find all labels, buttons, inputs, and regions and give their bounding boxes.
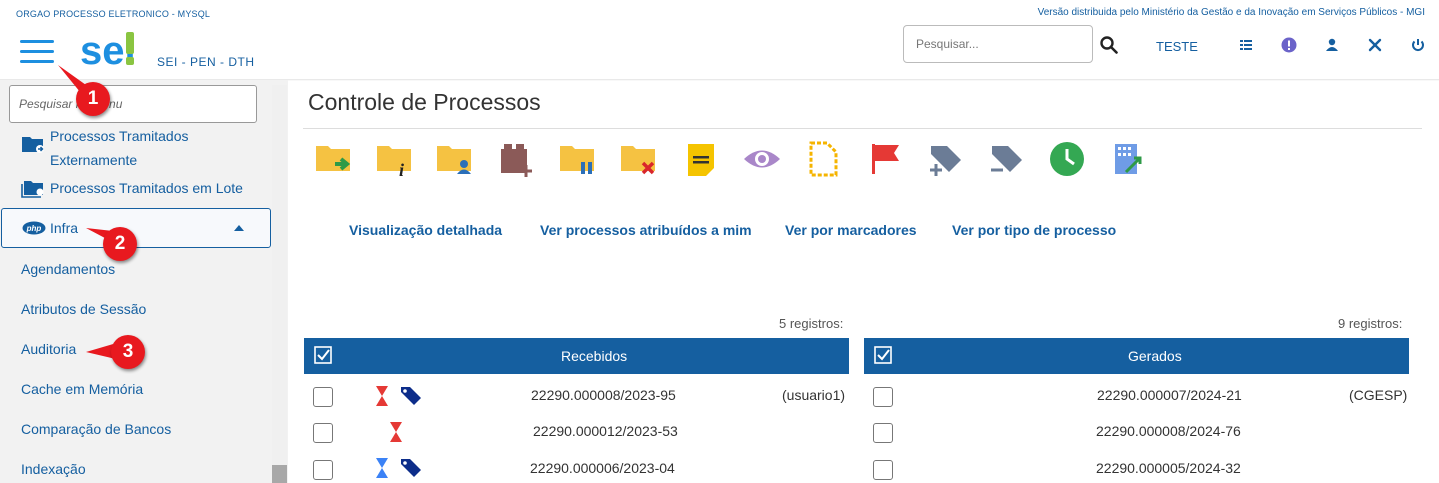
view-icon[interactable] (743, 140, 781, 178)
recebidos-count: 5 registros: (779, 316, 844, 331)
tag-icon[interactable] (400, 456, 422, 478)
sidebar: Processos Tramitados Externamente Proces… (0, 80, 288, 483)
stats-icon[interactable] (1110, 140, 1148, 178)
svg-text:php: php (26, 224, 42, 233)
search-input[interactable] (903, 25, 1093, 63)
hourglass-blue-icon (376, 458, 388, 478)
alert-icon[interactable] (1281, 37, 1297, 53)
flag-icon[interactable] (866, 140, 904, 178)
hamburger-menu-icon[interactable] (20, 38, 54, 66)
link-marcadores[interactable]: Ver por marcadores (785, 222, 917, 238)
process-info-icon[interactable]: i (376, 140, 414, 178)
php-icon: php (22, 221, 46, 235)
row-checkbox[interactable] (313, 460, 333, 480)
sidebar-item-cache-memoria[interactable]: Cache em Memória (21, 381, 143, 397)
link-visualizacao-detalhada[interactable]: Visualização detalhada (349, 222, 502, 238)
process-user[interactable]: (usuario1) (782, 387, 845, 403)
clock-icon[interactable] (1048, 140, 1086, 178)
send-process-icon[interactable] (315, 140, 353, 178)
tag-icon[interactable] (400, 384, 422, 406)
sidebar-item-indexacao[interactable]: Indexação (21, 461, 86, 477)
callout-badge: 1 (76, 82, 110, 116)
row-checkbox[interactable] (873, 387, 893, 407)
select-all-checkbox-icon[interactable] (314, 346, 332, 364)
sidebar-item-processos-tramitados-lote[interactable]: Processos Tramitados em Lote (50, 180, 243, 196)
sidebar-item-processos-tramitados-externamente[interactable]: Processos Tramitados Externamente (50, 124, 189, 172)
process-number[interactable]: 22290.000008/2023-95 (531, 387, 676, 403)
unit-selector[interactable]: TESTE (1156, 39, 1198, 54)
folder-send-icon (22, 137, 44, 153)
sidebar-item-agendamentos[interactable]: Agendamentos (21, 261, 115, 277)
search-icon[interactable] (1100, 36, 1118, 54)
sidebar-scrollbar[interactable] (272, 85, 287, 483)
grid-list-icon[interactable] (1238, 37, 1254, 53)
process-number[interactable]: 22290.000012/2023-53 (533, 423, 678, 439)
sidebar-scroll-thumb[interactable] (272, 465, 287, 483)
top-strip: ORGAO PROCESSO ELETRONICO - MYSQL Versão… (0, 0, 1439, 24)
folder-stack-icon (21, 181, 44, 198)
gerados-table-header: Gerados (864, 338, 1409, 374)
recebidos-title: Recebidos (561, 348, 628, 364)
process-number[interactable]: 22290.000007/2024-21 (1097, 387, 1242, 403)
system-subtitle: SEI - PEN - DTH (157, 55, 255, 69)
gerados-title: Gerados (1128, 348, 1182, 364)
hourglass-red-icon (376, 386, 388, 406)
sidebar-item-label: Infra (50, 220, 79, 236)
remove-tag-icon[interactable] (988, 140, 1026, 178)
svg-text:i: i (399, 160, 404, 178)
row-checkbox[interactable] (873, 460, 893, 480)
sidebar-item-label: Externamente (50, 152, 138, 168)
versao-label: Versão distribuida pelo Ministério da Ge… (1037, 7, 1425, 18)
callout-badge: 2 (103, 227, 137, 261)
row-checkbox[interactable] (873, 423, 893, 443)
power-icon[interactable] (1410, 37, 1426, 53)
link-processos-atribuidos[interactable]: Ver processos atribuídos a mim (540, 222, 752, 238)
assign-user-icon[interactable] (436, 140, 474, 178)
gerados-count: 9 registros: (1338, 316, 1403, 331)
user-icon[interactable] (1324, 37, 1340, 53)
row-checkbox[interactable] (313, 387, 333, 407)
row-checkbox[interactable] (313, 423, 333, 443)
process-number[interactable]: 22290.000006/2023-04 (530, 460, 675, 476)
sidebar-item-label: Processos Tramitados (50, 128, 189, 144)
page-title: Controle de Processos (308, 89, 541, 115)
link-tipo-processo[interactable]: Ver por tipo de processo (952, 222, 1116, 238)
sidebar-item-auditoria[interactable]: Auditoria (21, 341, 76, 357)
add-block-icon[interactable] (498, 140, 536, 178)
pause-process-icon[interactable] (559, 140, 597, 178)
callout-badge: 3 (111, 335, 145, 369)
sidebar-item-atributos-sessao[interactable]: Atributos de Sessão (21, 301, 146, 317)
tools-icon[interactable] (1367, 37, 1383, 53)
org-label: ORGAO PROCESSO ELETRONICO - MYSQL (16, 9, 211, 19)
menu-search-input[interactable] (9, 85, 257, 123)
process-number[interactable]: 22290.000005/2024-32 (1096, 460, 1241, 476)
new-document-icon[interactable] (804, 140, 842, 178)
process-number[interactable]: 22290.000008/2024-76 (1096, 423, 1241, 439)
title-divider (303, 128, 1422, 129)
process-unit[interactable]: (CGESP) (1349, 387, 1407, 403)
add-tag-icon[interactable] (927, 140, 965, 178)
recebidos-table-header: Recebidos (304, 338, 849, 374)
close-process-icon[interactable] (620, 140, 658, 178)
hourglass-red-icon (390, 422, 402, 442)
chevron-up-icon[interactable] (233, 224, 245, 232)
sidebar-item-comparacao-bancos[interactable]: Comparação de Bancos (21, 421, 171, 437)
annotation-icon[interactable] (682, 140, 720, 178)
select-all-checkbox-icon[interactable] (874, 346, 892, 364)
